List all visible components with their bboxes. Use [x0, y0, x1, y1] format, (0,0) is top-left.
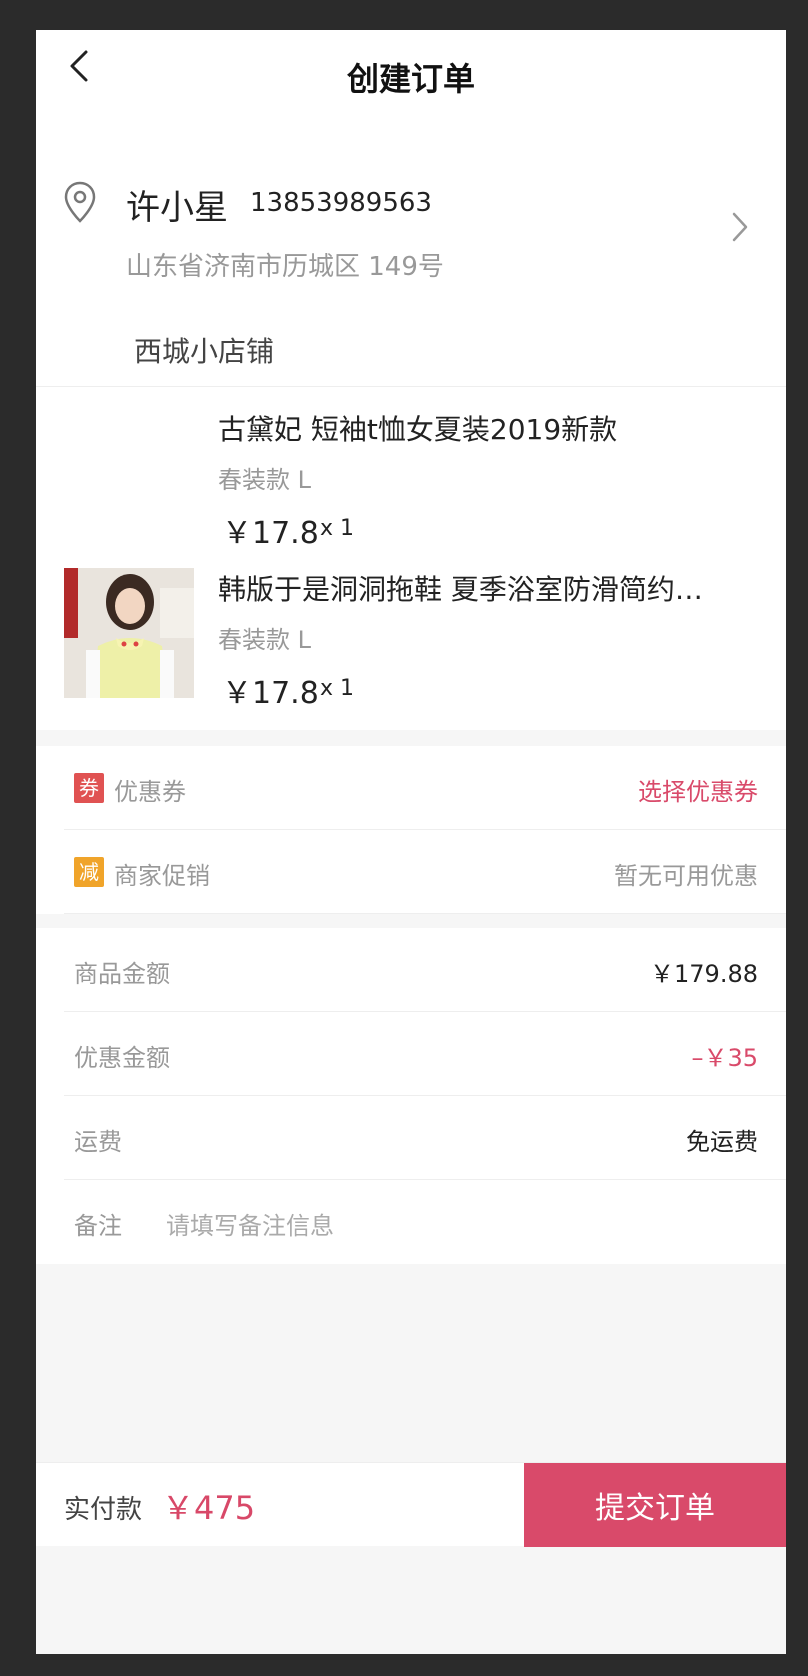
product-spec: 春装款 L	[218, 626, 311, 654]
product-thumbnail	[64, 568, 194, 698]
recipient-name: 许小星	[126, 188, 228, 228]
checkout-bar: 实付款 ￥475 提交订单	[36, 1462, 786, 1547]
coupon-row[interactable]: 券 优惠券 选择优惠券	[36, 746, 786, 830]
product-item[interactable]: 古黛妃 短袖t恤女夏装2019新款 春装款 L ￥17.8 x 1	[36, 408, 786, 558]
note-label: 备注	[74, 1212, 122, 1240]
chevron-right-icon	[732, 212, 748, 242]
phone-screen: 创建订单 许小星 13853989563 山东省济南市历城区 149号 西城小店…	[36, 30, 786, 1654]
product-price: ￥17.8	[222, 676, 319, 711]
note-input[interactable]: 请填写备注信息	[166, 1206, 334, 1241]
promo-value: 暂无可用优惠	[614, 862, 758, 890]
header: 创建订单	[36, 30, 786, 118]
product-quantity: x 1	[320, 516, 355, 541]
promo-badge: 减	[74, 857, 104, 887]
product-title: 韩版于是洞洞拖鞋 夏季浴室防滑简约…	[218, 573, 703, 606]
pay-label: 实付款	[64, 1495, 143, 1525]
shop-section: 西城小店铺 古黛妃 短袖t恤女夏装2019新款 春装款 L ￥17.8 x 1	[36, 308, 786, 730]
page-title: 创建订单	[346, 60, 475, 98]
divider	[64, 913, 786, 914]
submit-order-button[interactable]: 提交订单	[524, 1463, 786, 1547]
goods-amount-row: 商品金额 ￥179.88	[36, 928, 786, 1012]
choose-coupon-link[interactable]: 选择优惠券	[638, 772, 758, 807]
coupon-label: 优惠券	[114, 778, 186, 806]
location-pin-icon	[64, 181, 96, 223]
coupon-badge: 券	[74, 773, 104, 803]
address-detail: 山东省济南市历城区 149号	[126, 252, 444, 282]
divider	[36, 386, 786, 387]
shipping-value: 免运费	[686, 1128, 758, 1156]
product-spec: 春装款 L	[218, 466, 311, 494]
order-summary: 商品金额 ￥179.88 优惠金额 –￥35 运费 免运费 备注 请填写备注信息	[36, 928, 786, 1264]
shipping-label: 运费	[74, 1128, 122, 1156]
promo-row[interactable]: 减 商家促销 暂无可用优惠	[36, 830, 786, 914]
discount-amount-value: –￥35	[691, 1044, 758, 1072]
pay-amount: ￥475	[162, 1489, 256, 1527]
product-item[interactable]: 韩版于是洞洞拖鞋 夏季浴室防滑简约… 春装款 L ￥17.8 x 1	[36, 568, 786, 718]
product-title: 古黛妃 短袖t恤女夏装2019新款	[218, 413, 618, 446]
recipient-phone: 13853989563	[250, 188, 432, 218]
goods-amount-value: ￥179.88	[650, 960, 758, 988]
discount-section: 券 优惠券 选择优惠券 减 商家促销 暂无可用优惠	[36, 746, 786, 914]
note-row[interactable]: 备注 请填写备注信息	[36, 1180, 786, 1264]
product-quantity: x 1	[320, 676, 355, 701]
shipping-row: 运费 免运费	[36, 1096, 786, 1180]
page-background	[36, 1264, 786, 1494]
promo-label: 商家促销	[114, 862, 210, 890]
address-card[interactable]: 许小星 13853989563 山东省济南市历城区 149号	[36, 118, 786, 371]
goods-amount-label: 商品金额	[74, 960, 170, 988]
product-price: ￥17.8	[222, 516, 319, 551]
shop-name: 西城小店铺	[134, 335, 275, 368]
discount-amount-label: 优惠金额	[74, 1044, 170, 1072]
discount-amount-row: 优惠金额 –￥35	[36, 1012, 786, 1096]
